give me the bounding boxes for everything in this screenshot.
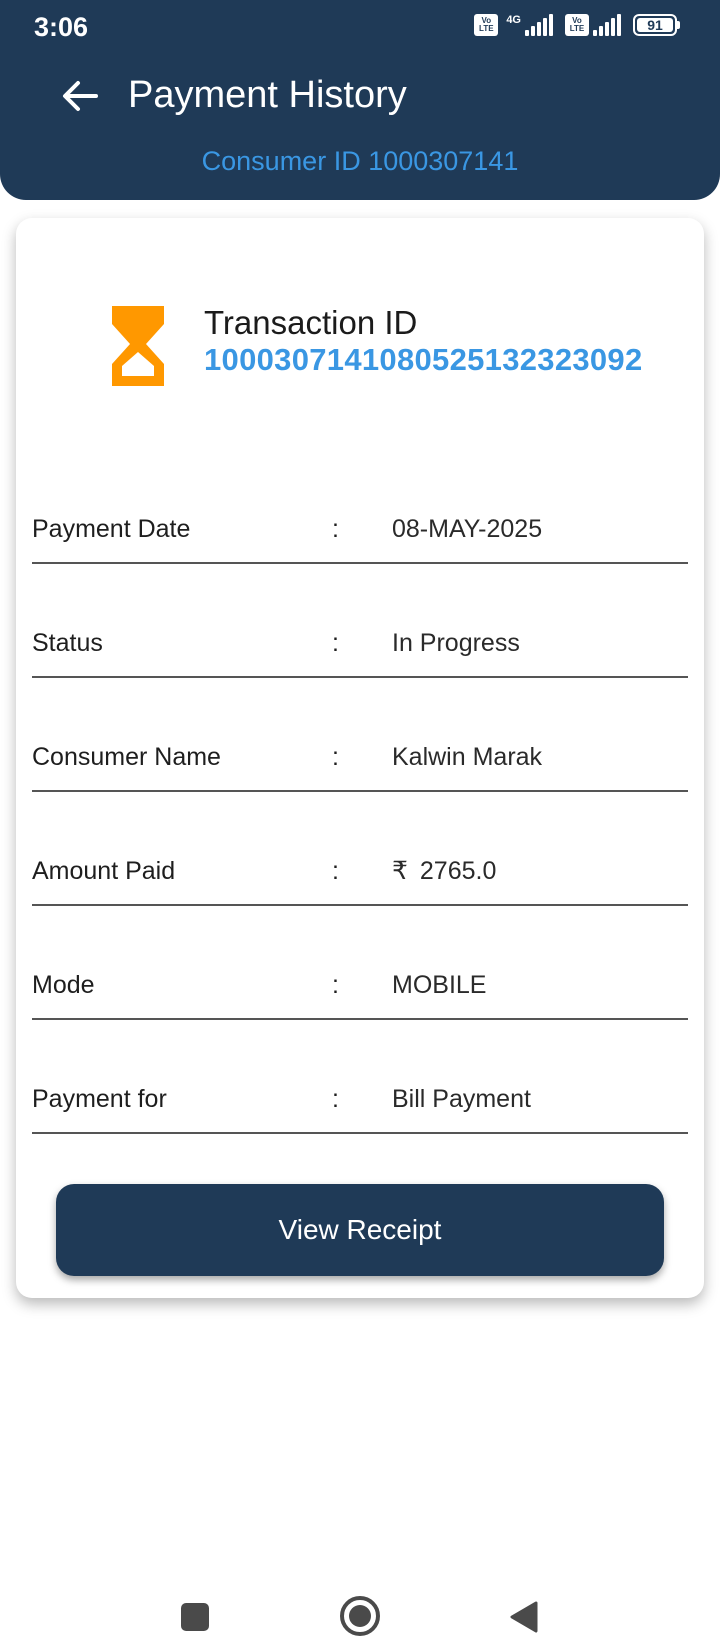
payment-detail-card: Transaction ID 1000307141080525132323092… bbox=[16, 218, 704, 1298]
detail-value: 08-MAY-2025 bbox=[392, 515, 543, 543]
rupee-symbol: ₹ bbox=[392, 857, 408, 885]
detail-value: MOBILE bbox=[392, 971, 487, 999]
detail-separator: : bbox=[332, 971, 339, 999]
detail-value: In Progress bbox=[392, 629, 520, 657]
detail-label: Status bbox=[32, 629, 103, 657]
detail-label: Payment Date bbox=[32, 515, 191, 543]
battery-icon: 91 bbox=[633, 14, 680, 36]
home-button[interactable] bbox=[340, 1596, 380, 1636]
detail-separator: : bbox=[332, 629, 339, 657]
detail-label: Payment for bbox=[32, 1085, 167, 1113]
view-receipt-button[interactable]: View Receipt bbox=[56, 1184, 664, 1276]
detail-row-payment-date: Payment Date : 08-MAY-2025 bbox=[32, 450, 688, 564]
detail-separator: : bbox=[332, 515, 339, 543]
detail-separator: : bbox=[332, 743, 339, 771]
transaction-id-label: Transaction ID bbox=[204, 304, 418, 341]
status-icons: Vo LTE 4G Vo LTE 91 bbox=[474, 14, 680, 36]
signal-icon bbox=[593, 14, 621, 36]
status-bar: 3:06 Vo LTE 4G Vo LTE 91 bbox=[0, 0, 720, 54]
system-nav-bar bbox=[0, 1560, 720, 1650]
detail-list: Payment Date : 08-MAY-2025 Status : In P… bbox=[32, 450, 688, 1134]
signal-icon bbox=[525, 14, 553, 36]
detail-row-mode: Mode : MOBILE bbox=[32, 906, 688, 1020]
detail-separator: : bbox=[332, 857, 339, 885]
amount-value: 2765.0 bbox=[419, 857, 497, 885]
network-type-label: 4G bbox=[506, 14, 521, 26]
detail-row-status: Status : In Progress bbox=[32, 564, 688, 678]
detail-row-consumer-name: Consumer Name : Kalwin Marak bbox=[32, 678, 688, 792]
detail-row-payment-for: Payment for : Bill Payment bbox=[32, 1020, 688, 1134]
back-button[interactable] bbox=[58, 74, 102, 118]
detail-value: Bill Payment bbox=[392, 1085, 531, 1113]
volte-icon: Vo LTE bbox=[474, 14, 499, 36]
battery-level: 91 bbox=[637, 17, 673, 33]
app-header: 3:06 Vo LTE 4G Vo LTE 91 Payment History… bbox=[0, 0, 720, 200]
detail-label: Consumer Name bbox=[32, 743, 221, 771]
consumer-id: Consumer ID 1000307141 bbox=[201, 146, 519, 176]
recent-apps-button[interactable] bbox=[181, 1603, 209, 1631]
detail-value: ₹2765.0 bbox=[392, 856, 496, 886]
detail-row-amount-paid: Amount Paid : ₹2765.0 bbox=[32, 792, 688, 906]
status-time: 3:06 bbox=[34, 12, 89, 42]
transaction-id-value: 1000307141080525132323092 bbox=[204, 342, 643, 377]
detail-value: Kalwin Marak bbox=[392, 743, 543, 771]
detail-separator: : bbox=[332, 1085, 339, 1113]
back-triangle-icon[interactable] bbox=[508, 1600, 540, 1634]
page-title: Payment History bbox=[128, 74, 407, 116]
arrow-left-icon bbox=[63, 81, 98, 111]
detail-label: Amount Paid bbox=[32, 857, 176, 885]
detail-label: Mode bbox=[32, 971, 95, 999]
hourglass-icon bbox=[112, 306, 164, 386]
volte-icon: Vo LTE bbox=[565, 14, 589, 36]
